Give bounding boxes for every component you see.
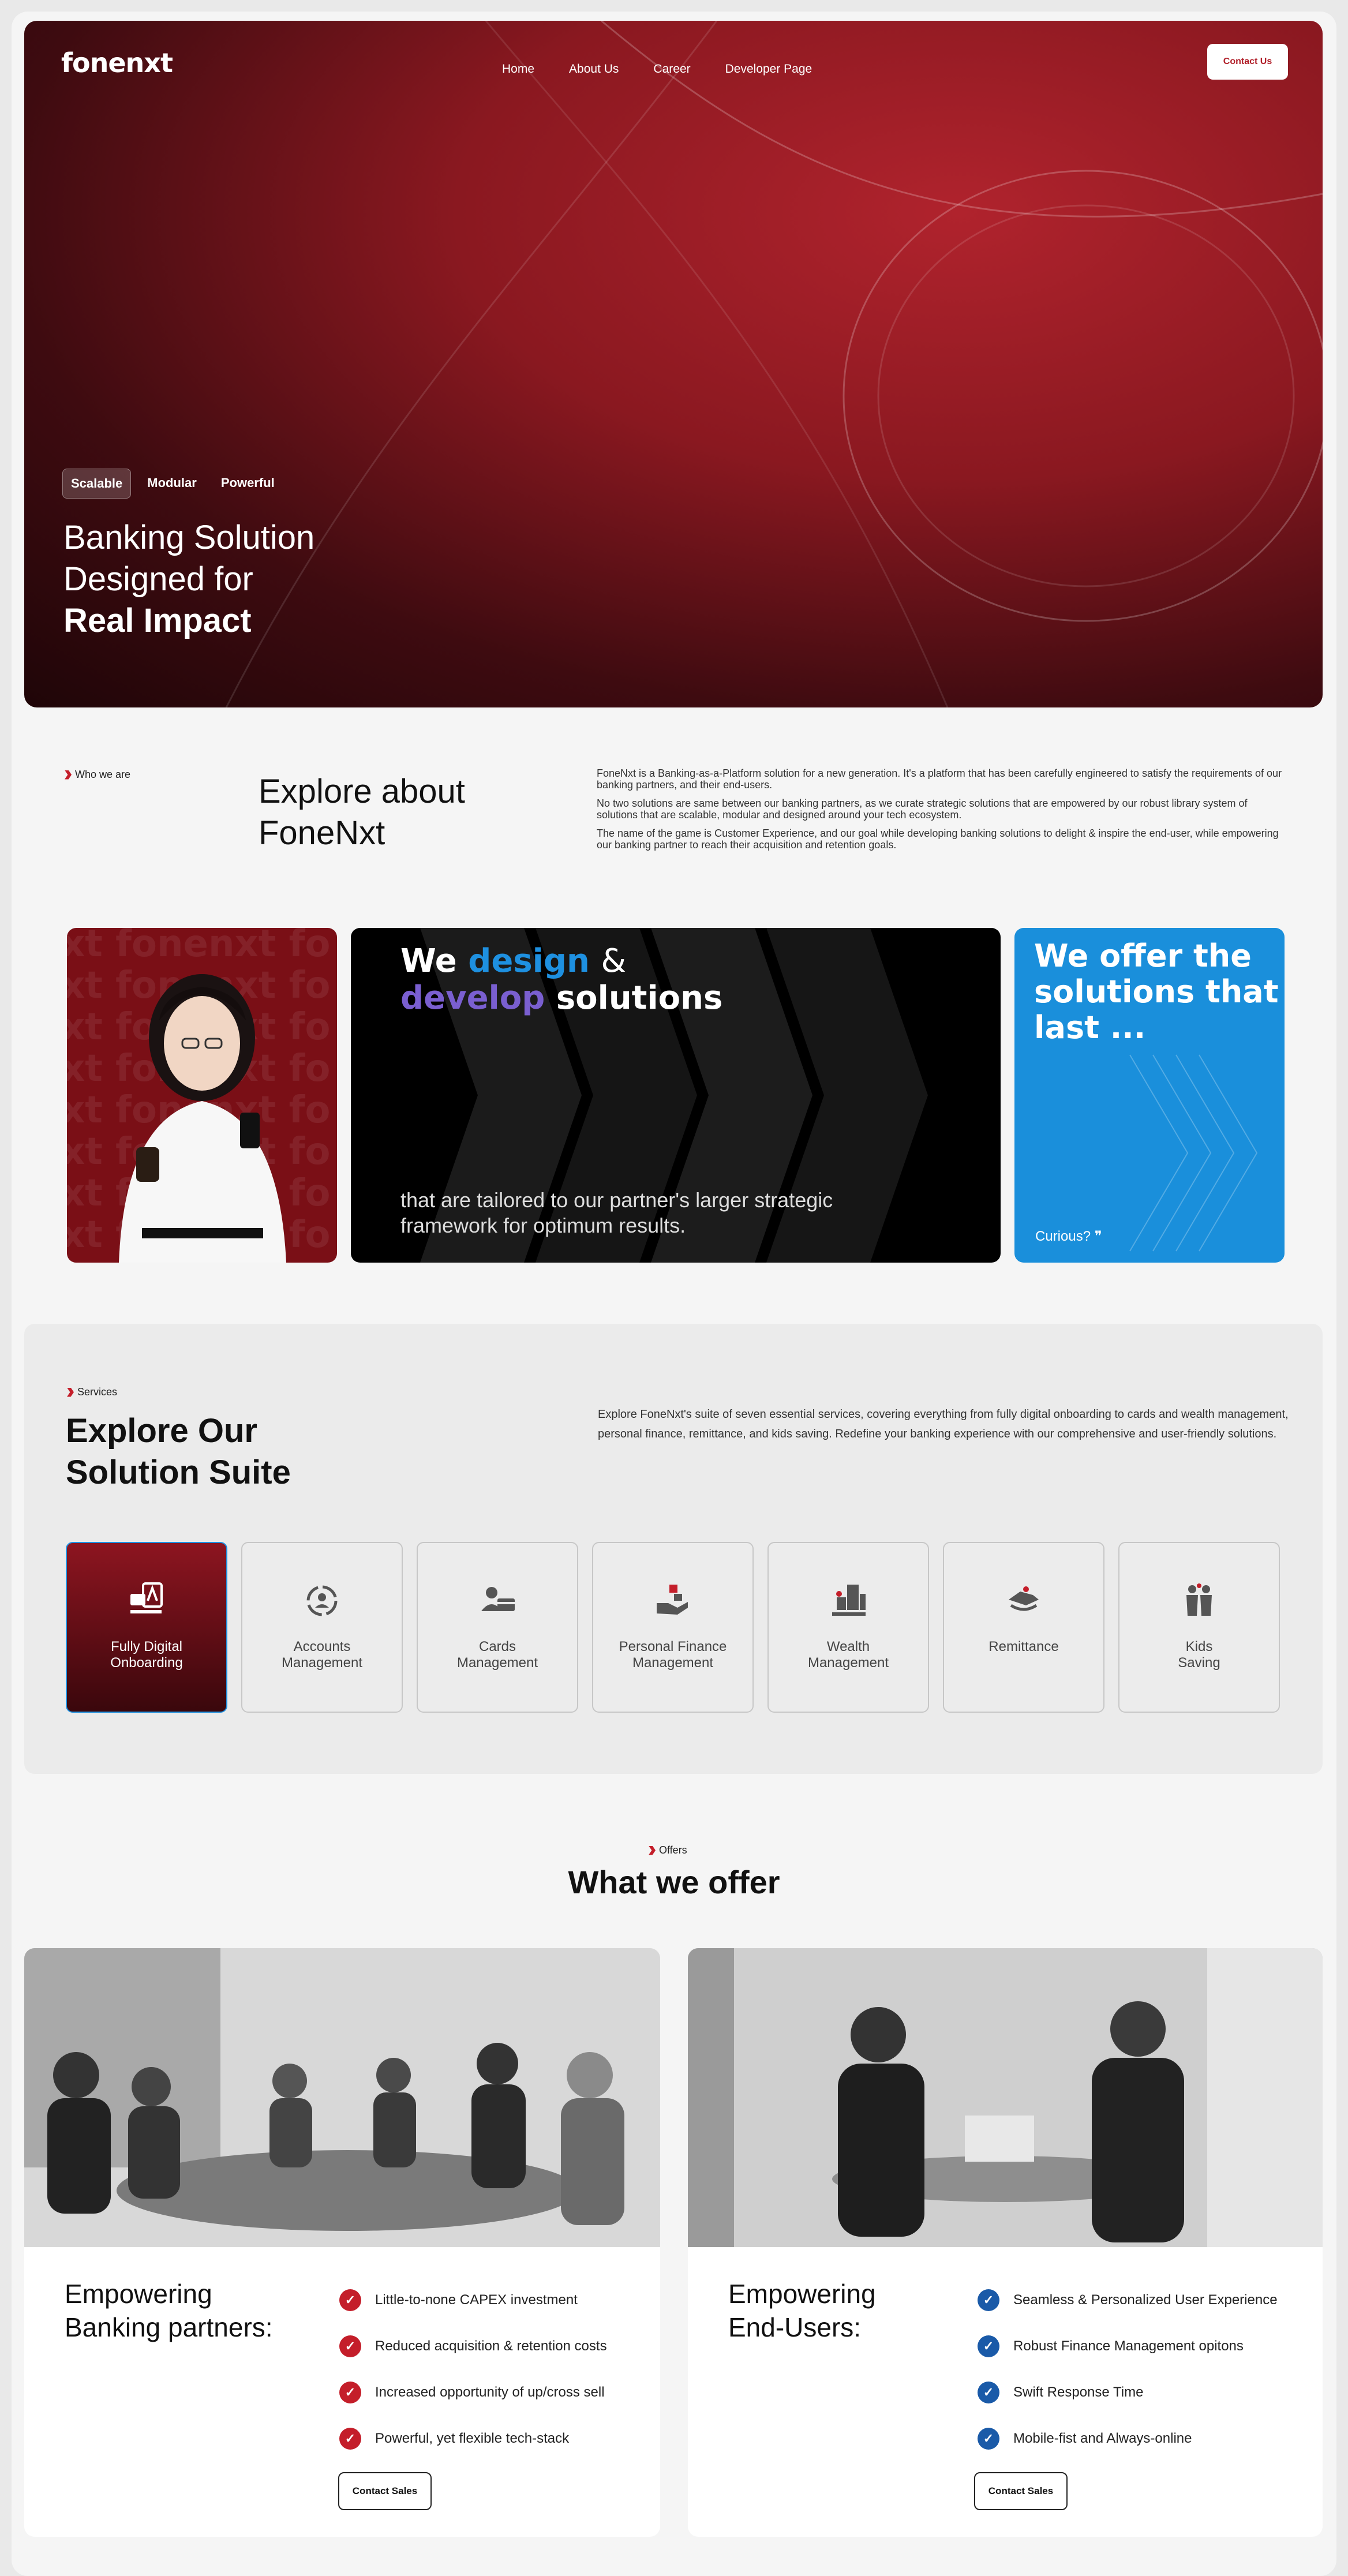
tile-label: Personal Finance Management (619, 1639, 727, 1671)
page: fonenxt Home About Us Career Developer P… (12, 12, 1336, 2576)
tile-accounts-management[interactable]: Accounts Management (241, 1542, 403, 1713)
users-benefits-list: ✓ Seamless & Personalized User Experience… (978, 2277, 1278, 2462)
list-item: ✓ Swift Response Time (978, 2369, 1278, 2416)
about-crumb-label: Who we are (75, 769, 131, 780)
hero-tags: Scalable Modular Powerful (62, 469, 283, 499)
check-icon: ✓ (978, 2335, 999, 2357)
wealth-icon (832, 1585, 866, 1616)
about-heading: Explore about FoneNxt (259, 771, 465, 854)
about-breadcrumb: Who we are (65, 769, 130, 781)
tile-wealth-management[interactable]: Wealth Management (767, 1542, 929, 1713)
services-description: Explore FoneNxt's suite of seven essenti… (598, 1408, 1289, 1440)
tile-cards-management[interactable]: Cards Management (417, 1542, 578, 1713)
list-item: ✓ Seamless & Personalized User Experience (978, 2277, 1278, 2323)
offer-banking-partners-card: Empowering Banking partners: ✓ Little-to-… (24, 1948, 660, 2537)
check-icon: ✓ (339, 2335, 361, 2357)
main-nav: Home About Us Career Developer Page (502, 62, 812, 76)
hero-heading-line3: Real Impact (63, 602, 252, 639)
chevron-right-icon (65, 770, 72, 780)
users-contact-sales-button[interactable]: Contact Sales (974, 2472, 1068, 2510)
check-icon: ✓ (978, 2289, 999, 2311)
about-paragraph: The name of the game is Customer Experie… (597, 828, 1279, 851)
offer-card[interactable]: We offer the solutions that last ... Cur… (1014, 928, 1285, 1263)
nav-home[interactable]: Home (502, 62, 534, 76)
tile-fully-digital-onboarding[interactable]: Fully Digital Onboarding (66, 1542, 227, 1713)
list-item: ✓ Mobile-fist and Always-online (978, 2416, 1278, 2462)
hero-section: fonenxt Home About Us Career Developer P… (24, 21, 1323, 707)
check-icon: ✓ (339, 2382, 361, 2403)
tile-remittance[interactable]: Remittance (943, 1542, 1104, 1713)
tag-scalable[interactable]: Scalable (62, 469, 132, 499)
about-heading-line2: FoneNxt (259, 814, 385, 852)
nav-career[interactable]: Career (653, 62, 690, 76)
woman-phone-card: xt fonenxt foxt fonenxt foxt fonenxt fo … (67, 928, 337, 1263)
check-icon: ✓ (978, 2382, 999, 2403)
list-item: ✓ Reduced acquisition & retention costs (339, 2323, 607, 2369)
woman-illustration (119, 974, 286, 1263)
services-breadcrumb: Services (67, 1386, 117, 1398)
accounts-icon (306, 1585, 338, 1616)
tile-label: Kids Saving (1178, 1639, 1220, 1671)
list-item: ✓ Robust Finance Management opitons (978, 2323, 1278, 2369)
onboarding-icon (130, 1582, 163, 1613)
kids-saving-icon (1186, 1583, 1212, 1616)
services-crumb-label: Services (77, 1386, 118, 1398)
offers-breadcrumb: Offers (649, 1844, 687, 1856)
tile-personal-finance-management[interactable]: Personal Finance Management (592, 1542, 754, 1713)
chevron-right-icon (67, 1387, 74, 1397)
check-icon: ✓ (339, 2428, 361, 2450)
business-meeting-illustration (688, 1948, 1323, 2247)
list-item: ✓ Little-to-none CAPEX investment (339, 2277, 607, 2323)
services-heading: Explore Our Solution Suite (66, 1412, 291, 1491)
tile-label: Wealth Management (807, 1639, 889, 1671)
curious-link[interactable]: Curious? ❞ (1035, 1228, 1102, 1245)
logo[interactable]: fonenxt (61, 47, 173, 78)
about-paragraph: No two solutions are same between our ba… (597, 797, 1248, 821)
partners-contact-sales-button[interactable]: Contact Sales (338, 2472, 432, 2510)
users-heading: Empowering End-Users: (728, 2279, 876, 2342)
tile-label: Remittance (988, 1639, 1059, 1654)
remittance-icon (1009, 1586, 1039, 1611)
cards-icon (481, 1587, 515, 1611)
nav-developer-page[interactable]: Developer Page (725, 62, 812, 76)
design-develop-card: We design & develop solutions that are t… (351, 928, 1001, 1263)
offers-crumb-label: Offers (659, 1844, 687, 1856)
list-item: ✓ Increased opportunity of up/cross sell (339, 2369, 607, 2416)
design-develop-subtext: that are tailored to our partner's large… (400, 1188, 833, 1237)
contact-us-button[interactable]: Contact Us (1207, 44, 1288, 80)
business-meeting-photo (688, 1948, 1323, 2247)
nav-about-us[interactable]: About Us (569, 62, 619, 76)
check-icon: ✓ (978, 2428, 999, 2450)
design-develop-heading: We design & develop solutions (400, 942, 723, 1017)
chevron-right-icon (649, 1845, 656, 1855)
personal-finance-icon (657, 1585, 688, 1615)
offer-end-users-card: Empowering End-Users: ✓ Seamless & Person… (688, 1948, 1323, 2537)
offers-heading: What we offer (568, 1864, 780, 1900)
hero-heading: Banking Solution Designed for Real Impac… (63, 517, 314, 642)
tag-powerful[interactable]: Powerful (213, 469, 283, 499)
partners-benefits-list: ✓ Little-to-none CAPEX investment ✓ Reduce… (339, 2277, 607, 2462)
tile-kids-saving[interactable]: Kids Saving (1118, 1542, 1280, 1713)
service-tiles: Fully Digital Onboarding Accounts Manage… (66, 1542, 1280, 1713)
services-section: Services Explore Our Solution Suite Expl… (24, 1324, 1323, 1774)
hero-heading-line2: Designed for (63, 560, 253, 598)
tile-label: Accounts Management (281, 1639, 363, 1671)
offer-card-heading: We offer the solutions that last ... (1034, 938, 1279, 1046)
about-paragraph: FoneNxt is a Banking-as-a-Platform solut… (597, 767, 1282, 791)
about-paragraphs: FoneNxt is a Banking-as-a-Platform solut… (597, 767, 1289, 858)
about-heading-line1: Explore about (259, 773, 465, 810)
tile-label: Fully Digital Onboarding (110, 1639, 183, 1671)
list-item: ✓ Powerful, yet flexible tech-stack (339, 2416, 607, 2462)
quote-icon: ❞ (1094, 1229, 1102, 1244)
tag-modular[interactable]: Modular (139, 469, 205, 499)
hero-heading-line1: Banking Solution (63, 519, 315, 556)
meeting-illustration (24, 1948, 660, 2247)
partners-heading: Empowering Banking partners: (65, 2279, 273, 2342)
tile-label: Cards Management (456, 1639, 538, 1671)
meeting-photo (24, 1948, 660, 2247)
check-icon: ✓ (339, 2289, 361, 2311)
